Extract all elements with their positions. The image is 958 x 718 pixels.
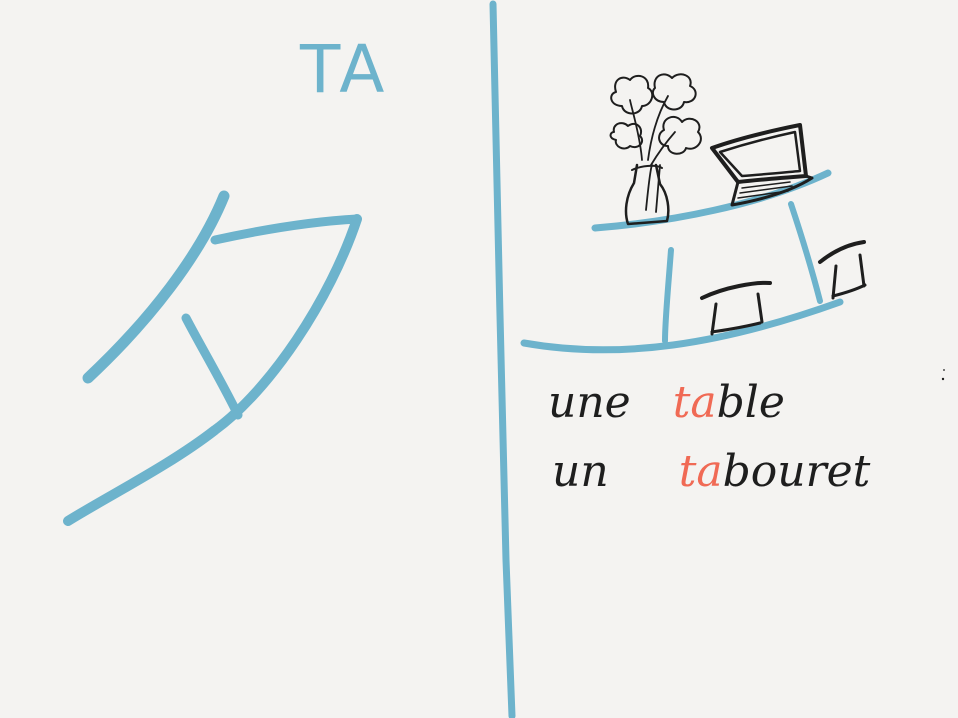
- stray-dot: [943, 369, 945, 371]
- table-drawing: [520, 169, 844, 354]
- word-table: une table: [548, 377, 785, 428]
- word-tabouret: un tabouret: [552, 446, 871, 497]
- stool-drawing-2: [818, 240, 867, 300]
- katakana-ta-character: [63, 190, 362, 526]
- laptop-drawing: [710, 123, 814, 207]
- drawing-canvas: TA une table un tabouret: [63, 0, 945, 718]
- stray-dot: [941, 377, 945, 381]
- vertical-divider: [489, 0, 516, 718]
- vase-with-flowers-drawing: [609, 73, 702, 226]
- romaji-label: TA: [299, 31, 388, 108]
